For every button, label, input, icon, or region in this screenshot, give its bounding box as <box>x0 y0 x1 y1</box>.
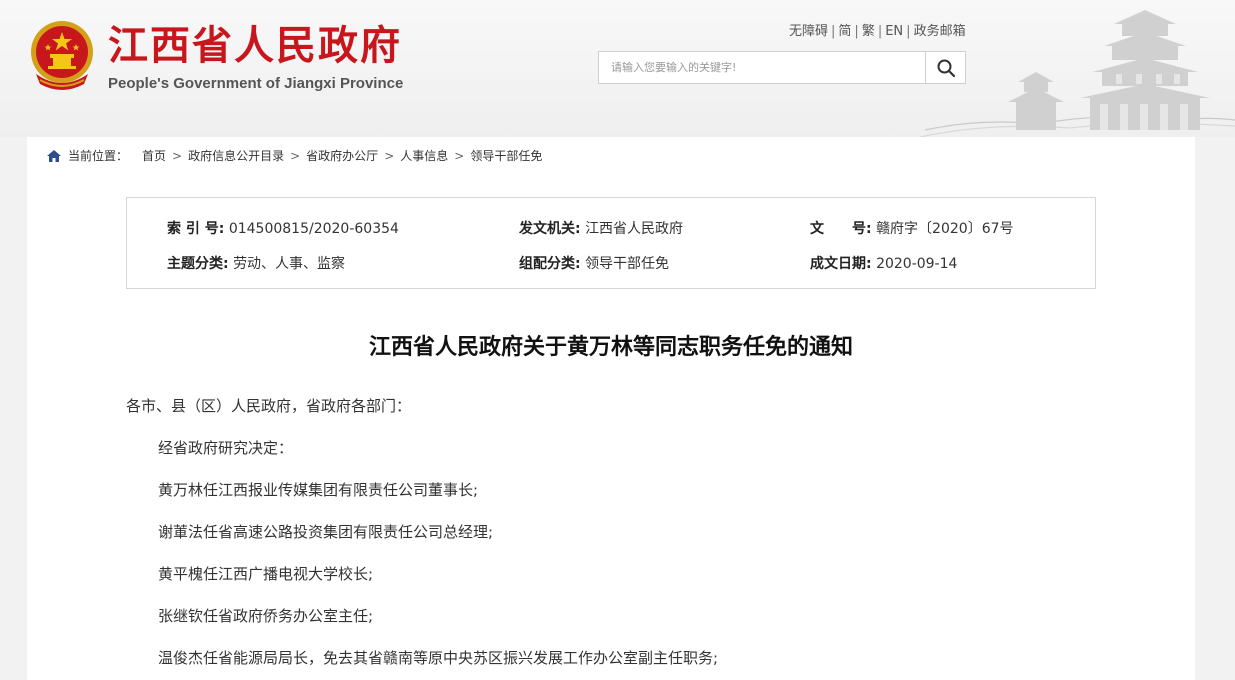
site-title: 江西省人民政府 <box>108 22 402 69</box>
breadcrumb-label: 当前位置： <box>68 149 129 163</box>
simplified-chinese-link[interactable]: 简 <box>838 24 851 39</box>
home-icon <box>47 149 61 162</box>
topic-category-label: 主题分类: <box>167 256 229 272</box>
document-number-value: 赣府字〔2020〕67号 <box>876 221 1014 237</box>
traditional-chinese-link[interactable]: 繁 <box>862 24 875 39</box>
assembly-category: 组配分类: 领导干部任免 <box>519 253 669 273</box>
assembly-category-label: 组配分类: <box>519 256 581 272</box>
breadcrumb-separator: > <box>384 148 395 163</box>
tengwang-pavilion-illustration <box>920 10 1235 137</box>
search-input[interactable] <box>599 52 925 83</box>
accessibility-link[interactable]: 无障碍 <box>789 24 828 39</box>
document-number: 文 号: 赣府字〔2020〕67号 <box>810 218 1014 238</box>
index-number-value: 014500815/2020-60354 <box>228 221 399 237</box>
content-panel: 当前位置： 首页 > 政府信息公开目录 > 省政府办公厅 > 人事信息 > 领导… <box>27 137 1195 680</box>
body-paragraph: 黄万林任江西报业传媒集团有限责任公司董事长; <box>158 481 479 499</box>
body-paragraph: 温俊杰任省能源局局长，免去其省赣南等原中央苏区振兴发展工作办公室副主任职务; <box>158 649 719 667</box>
salutation: 各市、县（区）人民政府，省政府各部门： <box>126 397 412 415</box>
breadcrumb-appointments-link[interactable]: 领导干部任免 <box>470 147 542 164</box>
breadcrumb: 当前位置： 首页 > 政府信息公开目录 > 省政府办公厅 > 人事信息 > 领导… <box>47 147 542 164</box>
link-divider: | <box>906 24 911 39</box>
breadcrumb-separator: > <box>290 148 301 163</box>
site-header: 江西省人民政府 People's Government of Jiangxi P… <box>0 0 1235 137</box>
breadcrumb-personnel-link[interactable]: 人事信息 <box>400 147 448 164</box>
link-divider: | <box>831 24 836 39</box>
english-link[interactable]: EN <box>885 24 903 39</box>
body-paragraph: 谢莗法任省高速公路投资集团有限责任公司总经理; <box>158 523 494 541</box>
document-number-label: 文 号: <box>810 221 872 237</box>
breadcrumb-separator: > <box>172 148 183 163</box>
national-emblem-icon <box>31 21 93 90</box>
breadcrumb-catalog-link[interactable]: 政府信息公开目录 <box>188 147 284 164</box>
breadcrumb-separator: > <box>454 148 465 163</box>
assembly-category-value: 领导干部任免 <box>585 256 670 272</box>
link-divider: | <box>854 24 859 39</box>
breadcrumb-office-link[interactable]: 省政府办公厅 <box>306 147 378 164</box>
breadcrumb-home-link[interactable]: 首页 <box>142 147 166 164</box>
link-divider: | <box>877 24 883 39</box>
written-date: 成文日期: 2020-09-14 <box>810 253 957 273</box>
index-number-label: 索 引 号: <box>167 221 225 237</box>
written-date-label: 成文日期: <box>810 256 872 272</box>
search-box <box>598 51 966 84</box>
index-number: 索 引 号: 014500815/2020-60354 <box>167 218 399 238</box>
document-title: 江西省人民政府关于黄万林等同志职务任免的通知 <box>368 335 853 360</box>
body-paragraph: 黄平槐任江西广播电视大学校长; <box>158 565 374 583</box>
site-subtitle: People's Government of Jiangxi Province <box>108 75 404 92</box>
issuing-authority-value: 江西省人民政府 <box>585 221 684 237</box>
body-paragraph: 张继钦任省政府侨务办公室主任; <box>158 607 374 625</box>
document-metadata-box: 索 引 号: 014500815/2020-60354 发文机关: 江西省人民政… <box>126 197 1096 289</box>
body-paragraph: 经省政府研究决定： <box>158 439 294 457</box>
topic-category: 主题分类: 劳动、人事、监察 <box>167 253 345 273</box>
topic-category-value: 劳动、人事、监察 <box>233 256 346 272</box>
issuing-authority: 发文机关: 江西省人民政府 <box>519 218 683 238</box>
written-date-value: 2020-09-14 <box>876 256 958 272</box>
issuing-authority-label: 发文机关: <box>519 221 581 237</box>
